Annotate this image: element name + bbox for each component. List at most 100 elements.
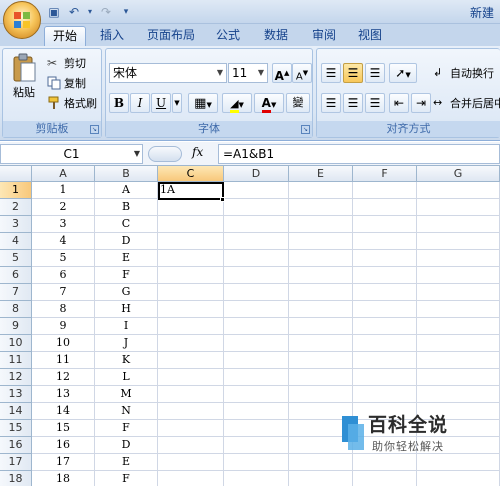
cell-c13[interactable]	[158, 386, 224, 403]
cell-a7[interactable]: 7	[32, 284, 95, 301]
cell-d13[interactable]	[224, 386, 289, 403]
cell-d16[interactable]	[224, 437, 289, 454]
cell-a18[interactable]: 18	[32, 471, 95, 486]
redo-icon[interactable]: ↷	[98, 4, 114, 20]
tab-home[interactable]: 开始	[44, 26, 86, 46]
shrink-font-button[interactable]: A▼	[292, 63, 312, 83]
select-all-corner[interactable]	[0, 166, 32, 182]
cell-a14[interactable]: 14	[32, 403, 95, 420]
cell-g1[interactable]	[417, 182, 500, 199]
column-header-d[interactable]: D	[224, 166, 289, 182]
cell-d8[interactable]	[224, 301, 289, 318]
cell-f11[interactable]	[353, 352, 417, 369]
column-header-f[interactable]: F	[353, 166, 417, 182]
cell-d9[interactable]	[224, 318, 289, 335]
cell-f9[interactable]	[353, 318, 417, 335]
cell-f1[interactable]	[353, 182, 417, 199]
cell-f5[interactable]	[353, 250, 417, 267]
cell-a8[interactable]: 8	[32, 301, 95, 318]
cell-e18[interactable]	[289, 471, 353, 486]
office-button[interactable]	[3, 1, 41, 39]
cell-c12[interactable]	[158, 369, 224, 386]
cell-a4[interactable]: 4	[32, 233, 95, 250]
cell-d12[interactable]	[224, 369, 289, 386]
underline-dropdown[interactable]: ▼	[172, 93, 182, 113]
cell-g6[interactable]	[417, 267, 500, 284]
font-name-combo[interactable]: 宋体 ▼	[109, 63, 227, 83]
row-header[interactable]: 18	[0, 471, 32, 486]
cell-f2[interactable]	[353, 199, 417, 216]
cell-b13[interactable]: M	[95, 386, 158, 403]
cell-g18[interactable]	[417, 471, 500, 486]
cell-e9[interactable]	[289, 318, 353, 335]
bold-button[interactable]: B	[109, 93, 129, 113]
cell-f3[interactable]	[353, 216, 417, 233]
cell-b15[interactable]: F	[95, 420, 158, 437]
cell-b6[interactable]: F	[95, 267, 158, 284]
cell-e5[interactable]	[289, 250, 353, 267]
cell-b5[interactable]: E	[95, 250, 158, 267]
cell-a13[interactable]: 13	[32, 386, 95, 403]
format-painter-button[interactable]: 格式刷	[47, 95, 97, 111]
cell-e6[interactable]	[289, 267, 353, 284]
column-header-e[interactable]: E	[289, 166, 353, 182]
font-color-button[interactable]: A▼	[254, 93, 284, 113]
cell-g5[interactable]	[417, 250, 500, 267]
customize-qat-icon[interactable]: ▾	[118, 4, 134, 20]
cell-d3[interactable]	[224, 216, 289, 233]
column-header-b[interactable]: B	[95, 166, 158, 182]
formula-toggle-button[interactable]	[148, 146, 182, 162]
cell-e8[interactable]	[289, 301, 353, 318]
cell-b14[interactable]: N	[95, 403, 158, 420]
cell-e11[interactable]	[289, 352, 353, 369]
increase-indent-button[interactable]: ⇥	[411, 93, 431, 113]
cell-a17[interactable]: 17	[32, 454, 95, 471]
cell-e7[interactable]	[289, 284, 353, 301]
orientation-button[interactable]: ➚▼	[389, 63, 417, 83]
font-size-combo[interactable]: 11 ▼	[228, 63, 268, 83]
cell-a3[interactable]: 3	[32, 216, 95, 233]
cell-a12[interactable]: 12	[32, 369, 95, 386]
grow-font-button[interactable]: A▲	[272, 63, 292, 83]
row-header[interactable]: 4	[0, 233, 32, 250]
cell-g7[interactable]	[417, 284, 500, 301]
cell-c6[interactable]	[158, 267, 224, 284]
decrease-indent-button[interactable]: ⇤	[389, 93, 409, 113]
row-header[interactable]: 5	[0, 250, 32, 267]
column-header-g[interactable]: G	[417, 166, 500, 182]
cell-a2[interactable]: 2	[32, 199, 95, 216]
cell-a1[interactable]: 1	[32, 182, 95, 199]
cell-b11[interactable]: K	[95, 352, 158, 369]
row-header[interactable]: 10	[0, 335, 32, 352]
cell-c16[interactable]	[158, 437, 224, 454]
cell-d5[interactable]	[224, 250, 289, 267]
italic-button[interactable]: I	[130, 93, 150, 113]
cell-a15[interactable]: 15	[32, 420, 95, 437]
cell-c14[interactable]	[158, 403, 224, 420]
cell-e10[interactable]	[289, 335, 353, 352]
column-header-c[interactable]: C	[158, 166, 224, 182]
cell-f4[interactable]	[353, 233, 417, 250]
align-bottom-button[interactable]: ☰	[365, 63, 385, 83]
row-header[interactable]: 15	[0, 420, 32, 437]
cell-g13[interactable]	[417, 386, 500, 403]
cell-b18[interactable]: F	[95, 471, 158, 486]
fill-handle[interactable]	[220, 197, 225, 202]
cell-f7[interactable]	[353, 284, 417, 301]
cell-f13[interactable]	[353, 386, 417, 403]
tab-insert[interactable]: 插入	[94, 26, 130, 46]
cell-g12[interactable]	[417, 369, 500, 386]
row-header[interactable]: 3	[0, 216, 32, 233]
cell-a10[interactable]: 10	[32, 335, 95, 352]
cell-a9[interactable]: 9	[32, 318, 95, 335]
cell-a11[interactable]: 11	[32, 352, 95, 369]
cell-g4[interactable]	[417, 233, 500, 250]
row-header[interactable]: 6	[0, 267, 32, 284]
phonetic-button[interactable]: 變	[286, 93, 310, 113]
row-header[interactable]: 16	[0, 437, 32, 454]
cell-e1[interactable]	[289, 182, 353, 199]
dropdown-icon[interactable]: ▾	[86, 4, 94, 20]
row-header[interactable]: 17	[0, 454, 32, 471]
cell-b8[interactable]: H	[95, 301, 158, 318]
cell-d6[interactable]	[224, 267, 289, 284]
